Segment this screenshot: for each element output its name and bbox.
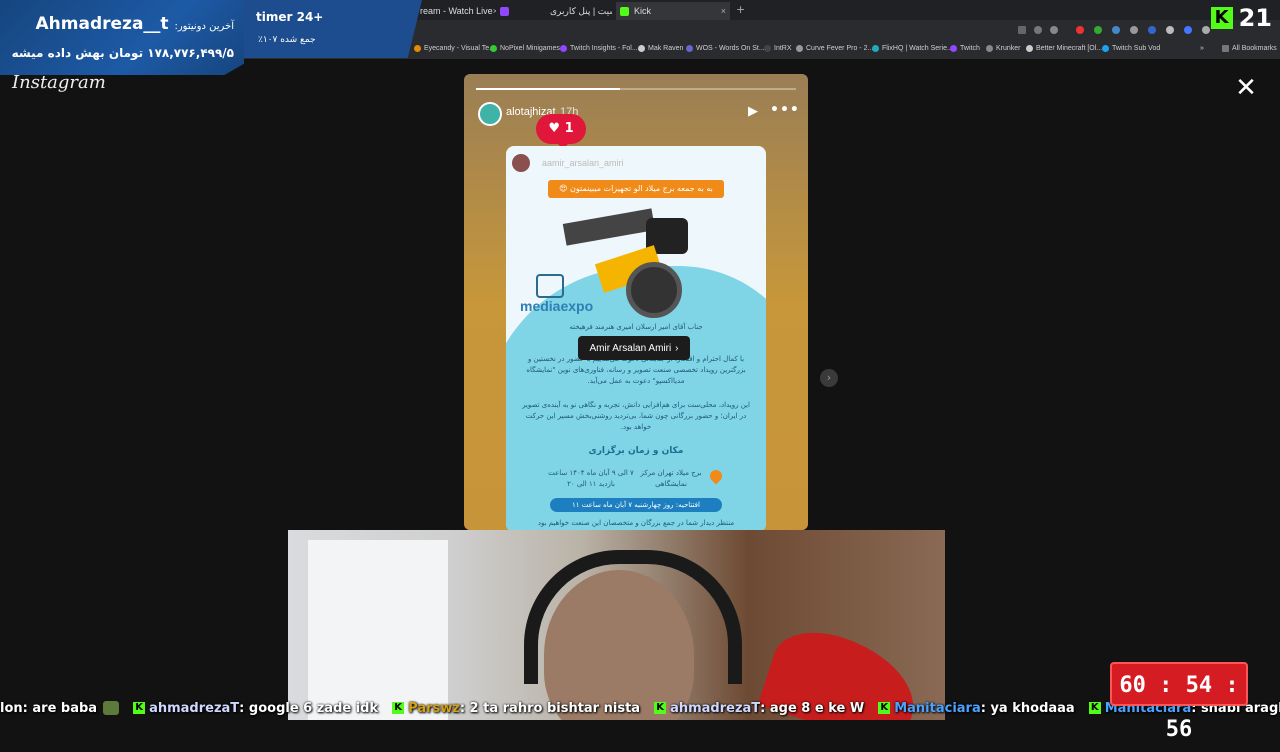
chat-message: KahmadrezaT: google 6 zade idk xyxy=(133,701,378,716)
collected-percent: ٪۱۰۷ جمع شده xyxy=(258,35,316,45)
chat-user: lon xyxy=(0,700,23,716)
like-count: 1 xyxy=(564,121,574,136)
bookmark-item[interactable]: Mak Raven xyxy=(638,45,683,52)
zoom-icon[interactable] xyxy=(1034,26,1042,34)
bookmarks-overflow-icon[interactable]: » xyxy=(1200,45,1204,52)
story-progress-bar xyxy=(476,88,796,90)
extension-icon[interactable] xyxy=(1076,26,1084,34)
bookmark-item[interactable]: WOS - Words On St... xyxy=(686,45,765,52)
mediaexpo-logo-icon xyxy=(536,274,564,298)
new-tab-button[interactable]: + xyxy=(736,3,745,16)
tab-watch-live[interactable]: ream - Watch Live × xyxy=(420,2,496,20)
extension-icon[interactable] xyxy=(1130,26,1138,34)
close-icon[interactable]: ✕ xyxy=(1234,75,1258,101)
bookmark-item[interactable]: Twitch Sub Vod xyxy=(1102,45,1160,52)
webcam-feed xyxy=(288,530,945,720)
donation-amount: ۱۷۸,۷۷۶,۴۹۹/۵ تومان بهش داده میشه xyxy=(11,46,234,60)
next-story-arrow-icon[interactable]: › xyxy=(820,369,838,387)
countdown-timer: 60 : 54 : 56 xyxy=(1110,662,1248,742)
chat-ticker: lon: are baba KahmadrezaT: google 6 zade… xyxy=(0,696,1280,720)
film-strip-graphic xyxy=(562,208,656,246)
bookmark-item[interactable]: FlixHQ | Watch Serie... xyxy=(872,45,953,52)
extension-icon[interactable] xyxy=(1166,26,1174,34)
subathon-timer-overlay: timer 24+ ٪۱۰۷ جمع شده xyxy=(244,0,422,58)
all-bookmarks-button[interactable]: All Bookmarks xyxy=(1222,45,1277,52)
more-options-icon[interactable]: ••• xyxy=(770,102,800,118)
kick-viewer-count: K 21 xyxy=(1210,4,1272,32)
extension-icon[interactable] xyxy=(1112,26,1120,34)
chat-message: KahmadrezaT: age 8 e ke W xyxy=(654,701,864,716)
chat-user: ahmadrezaT xyxy=(670,700,761,716)
extension-icon[interactable] xyxy=(1094,26,1102,34)
venue-title: مکان و زمان برگزاری xyxy=(588,446,684,456)
profile-avatar[interactable] xyxy=(478,102,502,126)
bookmark-item[interactable]: Twitch xyxy=(950,45,980,52)
chat-user: ahmadrezaT xyxy=(149,700,240,716)
user-tag-pill[interactable]: Amir Arsalan Amiri › xyxy=(578,336,690,360)
tab-label: رسیت | پنل کاربری xyxy=(550,5,612,16)
webcam-window-background xyxy=(308,540,448,720)
extension-icon[interactable] xyxy=(1148,26,1156,34)
tab-panel[interactable]: رسیت | پنل کاربری × xyxy=(540,2,612,20)
last-donor-overlay: آخرین دونیتور: Ahmadreza__t ۱۷۸,۷۷۶,۴۹۹/… xyxy=(0,0,244,75)
venue-text: برج میلاد تهران مرکز نمایشگاهی xyxy=(640,469,702,488)
kick-badge-icon: K xyxy=(392,702,405,714)
viewer-count: 21 xyxy=(1238,4,1272,32)
tab-label: Kick xyxy=(634,6,652,16)
tab-close-icon[interactable]: × xyxy=(721,6,730,16)
instagram-logo[interactable]: Instagram xyxy=(12,72,106,93)
repost-username: aamir_arsalan_amiri xyxy=(542,158,624,168)
star-icon[interactable] xyxy=(1050,26,1058,34)
bookmark-item[interactable]: NoPixel Minigames xyxy=(490,45,560,52)
timer-label: timer 24+ xyxy=(256,10,324,24)
like-count-bubble: ♥ 1 xyxy=(536,114,586,149)
tab-twitch[interactable] xyxy=(496,2,536,20)
tab-label: ream - Watch Live xyxy=(420,6,493,16)
date-text: ۷ الی ۹ آبان ماه ۱۴۰۴ ساعت بازدید ۱۱ الی… xyxy=(548,469,634,488)
kick-icon xyxy=(620,6,629,16)
chat-user: Parswz xyxy=(408,700,460,716)
chat-message: K Manitaciara: ya khodaaa xyxy=(878,700,1075,716)
bookmark-item[interactable]: Krunker xyxy=(986,45,1021,52)
bookmark-item[interactable]: Better Minecraft [Ol... xyxy=(1026,45,1102,52)
bookmark-item[interactable]: Twitch Insights - Fol... xyxy=(560,45,638,52)
mediaexpo-brand: mediaexpo xyxy=(520,298,594,314)
kick-badge-icon: K xyxy=(133,702,146,714)
headphones-graphic xyxy=(524,550,742,684)
chat-message: K Parswz: 2 ta rahro bishtar nista xyxy=(392,701,640,716)
film-reel-graphic xyxy=(626,262,682,318)
extension-icon[interactable] xyxy=(1184,26,1192,34)
chat-message: lon: are baba xyxy=(0,700,120,716)
bookmark-item[interactable]: IntRX xyxy=(764,45,792,52)
poster-greeting: جناب آقای امیر ارسلان امیری هنرمند فرهیخ… xyxy=(569,323,703,331)
extension-icon[interactable] xyxy=(1018,26,1026,34)
poster-footer: منتظر دیدار شما در جمع بزرگان و متخصصان … xyxy=(537,519,735,527)
twitch-icon xyxy=(500,6,509,16)
donor-name: آخرین دونیتور: Ahmadreza__t xyxy=(35,14,234,34)
tag-label: Amir Arsalan Amiri xyxy=(589,342,672,354)
tab-kick[interactable]: Kick × xyxy=(616,2,730,20)
kick-badge-icon: K xyxy=(1088,702,1101,714)
emote-icon xyxy=(103,701,120,715)
chat-user: Manitaciara xyxy=(894,700,981,716)
kick-badge-icon: K xyxy=(654,702,667,714)
bookmark-item[interactable]: Curve Fever Pro - 2... xyxy=(796,45,873,52)
kick-badge-icon: K xyxy=(878,702,891,714)
extension-icon[interactable] xyxy=(1202,26,1210,34)
chevron-right-icon: › xyxy=(675,342,679,354)
poster-description: این رویداد، محلی‌ست برای هم‌افزایی دانش،… xyxy=(522,401,750,431)
story-card[interactable]: alotajhizat 17h ▶ ••• ♥ 1 aamir_arsalan_… xyxy=(464,74,808,530)
play-icon[interactable]: ▶ xyxy=(748,104,758,119)
poster-banner: به به جمعه برج میلاد الو تجهیزات میبینمت… xyxy=(548,180,724,198)
opening-text: افتتاحیه: روز چهارشنبه ۷ آبان ماه ساعت ۱… xyxy=(550,498,722,512)
donor-label: آخرین دونیتور: xyxy=(174,21,234,32)
bookmark-item[interactable]: Eyecandy - Visual Te... xyxy=(414,45,495,52)
repost-avatar xyxy=(512,154,530,172)
kick-logo-icon: K xyxy=(1210,7,1233,29)
